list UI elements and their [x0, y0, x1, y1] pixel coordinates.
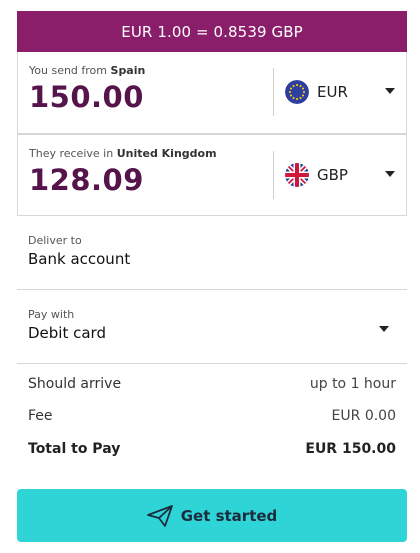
exchange-rate-bar: EUR 1.00 = 0.8539 GBP — [17, 11, 407, 52]
arrival-value: up to 1 hour — [309, 376, 396, 392]
currency-divider — [273, 68, 274, 116]
send-label-prefix: You send from — [29, 64, 108, 77]
eu-flag-icon — [285, 80, 309, 104]
arrival-line: Should arrive up to 1 hour — [28, 376, 396, 396]
fee-value: EUR 0.00 — [331, 408, 396, 424]
total-value: EUR 150.00 — [305, 441, 396, 457]
pay-with-value: Debit card — [28, 324, 106, 342]
exchange-rate-text: EUR 1.00 = 0.8539 GBP — [121, 22, 303, 41]
chevron-down-icon — [385, 171, 395, 177]
send-amount-input[interactable]: 150.00 — [29, 80, 144, 114]
currency-divider — [273, 151, 274, 199]
receive-label-prefix: They receive in — [29, 147, 114, 160]
send-label: You send from Spain — [29, 64, 145, 77]
total-line: Total to Pay EUR 150.00 — [28, 441, 396, 461]
receive-amount-card: They receive in United Kingdom 128.09 GB… — [17, 134, 407, 216]
fee-line: Fee EUR 0.00 — [28, 408, 396, 428]
deliver-label: Deliver to — [28, 234, 82, 247]
get-started-label: Get started — [180, 506, 278, 525]
pay-with-label: Pay with — [28, 308, 75, 321]
chevron-down-icon — [385, 88, 395, 94]
deliver-value: Bank account — [28, 250, 131, 268]
receive-label: They receive in United Kingdom — [29, 147, 217, 160]
fee-label: Fee — [28, 408, 53, 424]
pay-with-select[interactable]: Pay with Debit card — [17, 290, 407, 364]
chevron-down-icon — [379, 326, 389, 332]
send-currency-code: EUR — [317, 83, 348, 101]
deliver-to-select[interactable]: Deliver to Bank account — [17, 216, 407, 290]
receive-currency-select[interactable]: GBP — [285, 161, 395, 189]
arrival-label: Should arrive — [28, 376, 122, 392]
send-country: Spain — [110, 64, 146, 77]
receive-currency-code: GBP — [317, 166, 348, 184]
receive-amount-input[interactable]: 128.09 — [29, 163, 144, 197]
uk-flag-icon — [285, 163, 309, 187]
receive-country: United Kingdom — [116, 147, 217, 160]
send-amount-card: You send from Spain 150.00 EUR — [17, 52, 407, 134]
total-label: Total to Pay — [28, 441, 121, 457]
get-started-button[interactable]: Get started — [17, 489, 407, 542]
send-currency-select[interactable]: EUR — [285, 78, 395, 106]
paper-plane-icon — [146, 504, 173, 527]
